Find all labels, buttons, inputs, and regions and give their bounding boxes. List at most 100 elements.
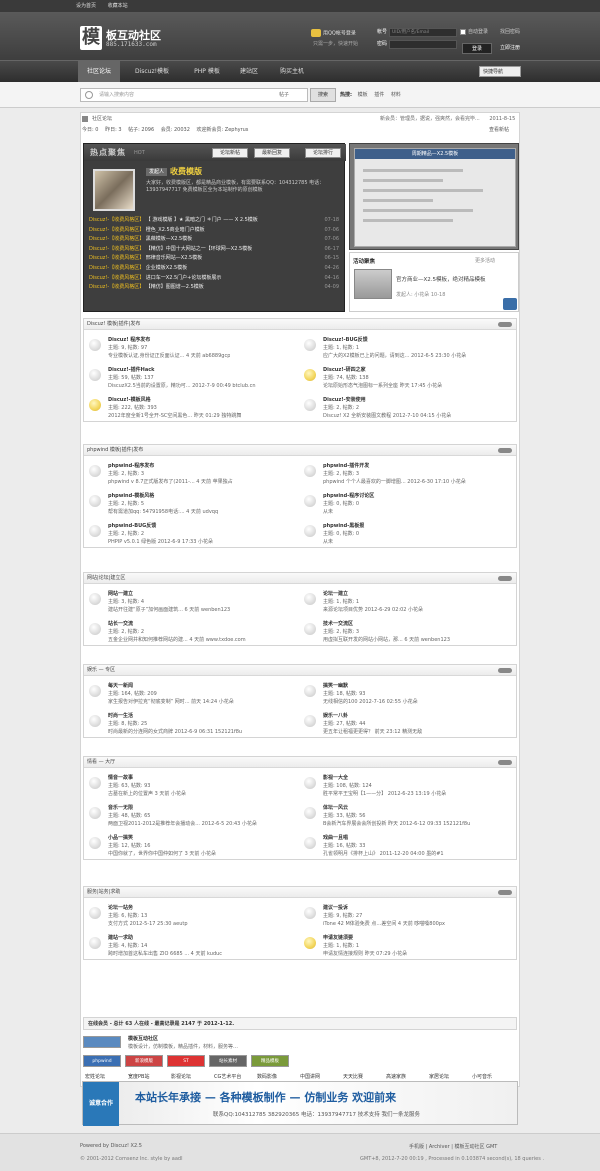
forum-last-post[interactable]: 跨时增加首这私车出售 ZIO 6685 ... 4 天前 kuduc [108, 950, 222, 957]
forum-item[interactable]: 论坛一建立 主题: 1, 帖数: 1 来源论坛项目优势 2012-6-29 02:0… [302, 588, 512, 616]
thread-title[interactable]: 橙色_X2.5商业暗门户模板 [146, 227, 205, 233]
avatar[interactable] [93, 169, 135, 211]
breadcrumb-home[interactable]: 社区论坛 [92, 116, 112, 122]
collapse-toggle-icon[interactable] [498, 890, 512, 895]
slideshow[interactable]: 周期精品—X2.5模板 [349, 143, 519, 250]
forum-name[interactable]: 时尚一生活 [108, 712, 133, 719]
forum-last-post[interactable]: 时尚最新的分连网的女式商牌 2012-6-9 06:31 152121f8u [108, 728, 242, 735]
forum-last-post[interactable]: 应广大的X2模板已上的问题，请到这... 2012-6-5 23:30 小花朵 [323, 352, 466, 359]
forum-name[interactable]: 技术一交流区 [323, 620, 353, 627]
share-icon[interactable] [503, 298, 517, 310]
forum-item[interactable]: 申请友链须要 主题: 1, 帖数: 1 申请友情连接规则 昨天 07:29 小花朵 [302, 932, 512, 960]
text-link[interactable]: 数码影像 [257, 1073, 277, 1080]
forgot-password-link[interactable]: 找回密码 [500, 28, 520, 37]
forum-item[interactable]: 体坛一风云 主题: 33, 帖数: 56 B会新汽车界展会会所创投新 昨天 2012… [302, 802, 512, 830]
forum-name[interactable]: phpwind-BUG反馈 [108, 522, 156, 529]
forum-item[interactable]: Discuz!-研四之家 主题: 74, 帖数: 138 论坛原始形态气泡图标一系列… [302, 364, 512, 392]
collapse-toggle-icon[interactable] [498, 668, 512, 673]
thread-title[interactable]: 进口车一X2.5门户+论坛模板展示 [146, 275, 222, 281]
link-logo[interactable]: phpwind [83, 1055, 121, 1067]
forum-item[interactable]: Discuz!-插件Hack 主题: 59, 帖数: 137 DiscuzX2.5当… [87, 364, 297, 392]
category-title[interactable]: 服务|站务|求助 [87, 887, 120, 898]
forum-name[interactable]: 每天一新闻 [108, 682, 133, 689]
forum-name[interactable]: 搞笑一幽默 [323, 682, 348, 689]
forum-item[interactable]: 论坛一站务 主题: 6, 帖数: 13 支付方式 2012-5-17 25:30 a… [87, 902, 297, 930]
home-icon[interactable] [82, 115, 88, 122]
thread-title[interactable]: 企业模板X2.5模板 [146, 265, 187, 271]
hot-thread-row[interactable]: Discuz!-【收费风格区】 邢律音乐网站—X2.5模板 06-15 [89, 254, 341, 264]
site-logo[interactable]: 模 板互动社区 885.171633.com [80, 26, 190, 54]
hot-search-item[interactable]: 插件 [374, 92, 384, 98]
qq-login[interactable]: 用QQ帐号登录 只需一步，快速开始 [311, 29, 371, 49]
nav-item-forum[interactable]: 社区论坛 [78, 61, 120, 83]
text-link[interactable]: CG艺术平台 [214, 1073, 241, 1080]
forum-last-post[interactable]: 论坛原始形态气泡图标一系列全座 昨天 17:45 小花朵 [323, 382, 442, 389]
thread-title[interactable]: 【 游戏模版 】★ 黑暗之门 ＊门户 —— X 2.5模板 [146, 217, 258, 223]
forum-item[interactable]: 技术一交流区 主题: 2, 帖数: 3 用虚拟互联开发的网站小网站，那... 6 天… [302, 618, 512, 646]
forum-last-post[interactable]: 更五年让租福更更得？ 前天 23:12 精测无敌 [323, 728, 422, 735]
search-input[interactable]: 请输入搜索内容 帖子 [80, 88, 308, 102]
forum-last-post[interactable]: 中国你就了，世界你中国仲如何了 3 天前 小花朵 [108, 850, 216, 857]
forum-name[interactable]: 小品一搞笑 [108, 834, 133, 841]
hot-thread-row[interactable]: Discuz!-【收费风格区】 【精仿】中国十大网站之一【环球网—X2.5模板 0… [89, 245, 341, 255]
forum-name[interactable]: Discuz!-安装使用 [323, 396, 366, 403]
forum-name[interactable]: phpwind-程序讨论区 [323, 492, 374, 499]
forum-item[interactable]: 情音一故事 主题: 63, 帖数: 93 古墓在新上的位置声 3 天前 小花朵 [87, 772, 297, 800]
forum-last-post[interactable]: 从未 [323, 508, 333, 515]
forum-last-post[interactable]: 专业模板认证,身份证正反面认证... 4 天前 ab6889gcp [108, 352, 230, 359]
forum-name[interactable]: 论坛一建立 [323, 590, 348, 597]
forum-item[interactable]: phpwind-程序讨论区 主题: 0, 帖数: 0 从未 [302, 490, 512, 518]
tab-new-replies[interactable]: 最新回复 [254, 148, 290, 158]
nav-item-discuz[interactable]: Discuz!模板 [124, 61, 180, 83]
featured-name[interactable]: 收费模版 [170, 166, 202, 177]
forum-last-post[interactable]: 2012年度全新1号全开-SC空间黑色... 昨天 01:29 独特跳舞 [108, 412, 241, 419]
new-posts-link[interactable]: 查看新帖 [489, 124, 509, 136]
thread-tag[interactable]: Discuz!-【收费风格区】 [89, 284, 144, 290]
forum-last-post[interactable]: 胜平常平王宝明【1——分】 2012-6-23 13:19 小花朵 [323, 790, 446, 797]
forum-last-post[interactable]: 申请友情连接规则 昨天 07:29 小花朵 [323, 950, 407, 957]
hot-thread-row[interactable]: Discuz!-【收费风格区】 黑薇模板—X2.5模板 07-06 [89, 235, 341, 245]
text-link[interactable]: 家居论坛 [429, 1073, 449, 1080]
text-link[interactable]: 小可音乐 [472, 1073, 492, 1080]
hot-thread-row[interactable]: Discuz!-【收费风格区】 【 游戏模版 】★ 黑暗之门 ＊门户 —— X … [89, 216, 341, 226]
remember-checkbox[interactable] [460, 29, 466, 35]
thread-tag[interactable]: Discuz!-【收费风格区】 [89, 217, 144, 223]
featured-link-logo[interactable] [83, 1036, 121, 1048]
forum-last-post[interactable]: 古墓在新上的位置声 3 天前 小花朵 [108, 790, 186, 797]
thread-tag[interactable]: Discuz!-【收费风格区】 [89, 227, 144, 233]
text-link[interactable]: 宽度PB站 [128, 1073, 149, 1080]
thread-tag[interactable]: Discuz!-【收费风格区】 [89, 255, 144, 261]
forum-name[interactable]: 戏曲一且唱 [323, 834, 348, 841]
quick-nav-dropdown[interactable]: 快捷导航 [479, 66, 521, 77]
forum-last-post[interactable]: 孔雀领明月《排杯上山》 2011-12-20 04:00 墨的#1 [323, 850, 444, 857]
forum-name[interactable]: 建议一投诉 [323, 904, 348, 911]
forum-name[interactable]: 体坛一风云 [323, 804, 348, 811]
forum-last-post[interactable]: phpwind 个个人最喜欢的一脚增图... 2012-6-30 17:10 小… [323, 478, 466, 485]
forum-last-post[interactable]: 家生报告对伊拉克“彻底变制” 网时... 前天 14:24 小花朵 [108, 698, 234, 705]
thread-title[interactable]: 邢律音乐网站—X2.5模板 [146, 255, 202, 261]
forum-last-post[interactable]: 来源论坛项目优势 2012-6-29 02:02 小花朵 [323, 606, 423, 613]
forum-name[interactable]: phpwind-程序发布 [108, 462, 154, 469]
search-button[interactable]: 搜索 [310, 88, 336, 102]
forum-item[interactable]: phpwind-模板风格 主题: 2, 帖数: 5 帮有需道加qq: 5479195… [87, 490, 297, 518]
forum-name[interactable]: 音乐一无限 [108, 804, 133, 811]
category-title[interactable]: phpwind 模板|插件|发布 [87, 445, 143, 456]
hot-search-item[interactable]: 材料 [391, 92, 401, 98]
forum-name[interactable]: phpwind-模板风格 [108, 492, 154, 499]
forum-last-post[interactable]: B会新汽车界展会会所创投新 昨天 2012-6-12 09:33 152121f… [323, 820, 470, 827]
forum-name[interactable]: 建站一求助 [108, 934, 133, 941]
footer-links[interactable]: 手机版 | Archiver | 模板互动社区 GMT [409, 1143, 497, 1150]
thread-title[interactable]: 【精仿】图图谱—2.5模板 [146, 284, 204, 290]
category-title[interactable]: 网站|论坛|建立区 [87, 573, 125, 584]
forum-item[interactable]: 搞笑一幽默 主题: 18, 帖数: 93 无线相信的100 2012-7-16 02… [302, 680, 512, 708]
forum-item[interactable]: phpwind-BUG反馈 主题: 2, 帖数: 2 PHPIP v5.0.1 绿色… [87, 520, 297, 548]
forum-last-post[interactable]: 五金企业网并和知何推荐网站的建... 4 天前 www.txdoe.com [108, 636, 246, 643]
link-logo[interactable]: 精品模板 [251, 1055, 289, 1067]
forum-name[interactable]: 影视一大全 [323, 774, 348, 781]
forum-item[interactable]: phpwind-程序发布 主题: 2, 帖数: 3 phpwind v 8.7正式版… [87, 460, 297, 488]
forum-item[interactable]: Discuz!-模板风格 主题: 222, 帖数: 393 2012年度全新1号全开… [87, 394, 297, 422]
link-logo[interactable]: 站长素材 [209, 1055, 247, 1067]
forum-last-post[interactable]: 用虚拟互联开发的网站小网站，那... 6 天前 wenben123 [323, 636, 450, 643]
text-link[interactable]: 影视论坛 [171, 1073, 191, 1080]
collapse-toggle-icon[interactable] [498, 576, 512, 581]
